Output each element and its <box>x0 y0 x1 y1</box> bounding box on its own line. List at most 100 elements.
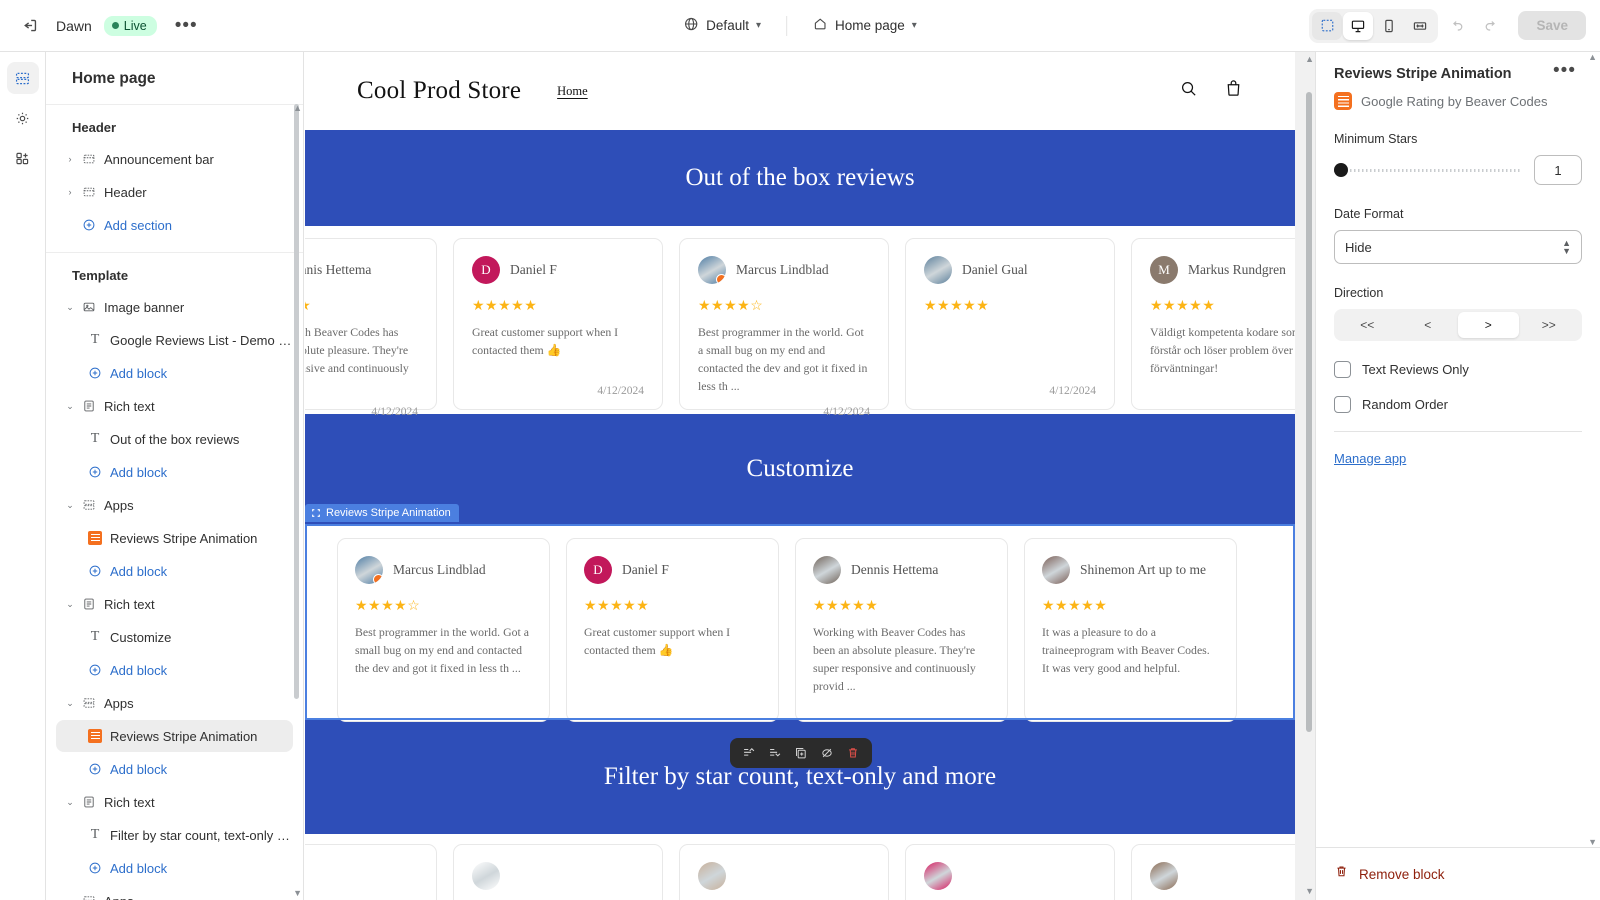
text-reviews-only-checkbox[interactable] <box>1334 361 1351 378</box>
move-down-icon[interactable] <box>764 742 786 764</box>
sidebar-item-rich-text[interactable]: ⌄ Rich text <box>56 390 293 422</box>
reviews-stripe-selected[interactable]: Marcus Lindblad ★★★★☆ Best programmer in… <box>305 524 1295 722</box>
sidebar-item-out-of-the-box-reviews[interactable]: T Out of the box reviews <box>56 423 293 455</box>
band-heading: Customize <box>746 455 854 482</box>
chevron-down-icon[interactable]: ⌄ <box>62 500 78 511</box>
store-logo[interactable]: Cool Prod Store <box>357 77 521 105</box>
direction-button-2[interactable]: > <box>1458 312 1519 338</box>
theme-more-button[interactable]: ••• <box>169 16 204 35</box>
chevron-down-icon[interactable]: ⌄ <box>62 797 78 808</box>
direction-button-1[interactable]: < <box>1398 312 1459 338</box>
add-block-button[interactable]: Add block <box>56 555 293 587</box>
sidebar-item-image-banner[interactable]: ⌄ Image banner <box>56 291 293 323</box>
exit-icon[interactable] <box>14 11 44 41</box>
review-card[interactable]: Dennis Hettema ★★★★★ Working with Beaver… <box>305 238 437 418</box>
direction-button-3[interactable]: >> <box>1519 312 1580 338</box>
review-card[interactable]: Marcus Lindblad ★★★★☆ Best programmer in… <box>337 538 550 722</box>
search-icon[interactable] <box>1179 79 1198 103</box>
reviewer-name: Marcus Lindblad <box>736 261 829 277</box>
add-block-button[interactable]: Add block <box>56 654 293 686</box>
add-block-button[interactable]: Add block <box>56 357 293 389</box>
sidebar-item-reviews-stripe-animation[interactable]: Reviews Stripe Animation <box>56 522 293 554</box>
duplicate-icon[interactable] <box>790 742 812 764</box>
preview-scroll-up-arrow[interactable]: ▲ <box>1305 54 1314 64</box>
sidebar-group-heading: Template <box>72 268 129 283</box>
desktop-view-button[interactable] <box>1343 11 1374 40</box>
chevron-right-icon[interactable]: › <box>62 154 78 164</box>
review-card[interactable] <box>305 844 437 900</box>
sidebar-item-sections[interactable] <box>6 62 39 94</box>
sidebar-item-rich-text[interactable]: ⌄ Rich text <box>56 588 293 620</box>
sidebar-item-apps[interactable]: ⌄ Apps <box>56 489 293 521</box>
sidebar-item-settings[interactable] <box>7 102 39 134</box>
chevron-down-icon[interactable]: ⌄ <box>62 302 78 313</box>
sidebar-item-filter-by-star-count-text-only-a[interactable]: T Filter by star count, text-only a... <box>56 819 293 851</box>
review-card[interactable]: Marcus Lindblad ★★★★☆ Best programmer in… <box>679 238 889 418</box>
add-block-button[interactable]: Add section <box>56 209 293 241</box>
review-card[interactable]: Shinemon Art up to me ★★★★★ It was a ple… <box>1024 538 1237 722</box>
minimum-stars-slider[interactable] <box>1334 162 1520 178</box>
selector-tool-button[interactable] <box>1312 11 1343 40</box>
sidebar-item-google-reviews-list-demo-s[interactable]: T Google Reviews List - Demo S... <box>56 324 293 356</box>
review-card[interactable]: D Daniel F ★★★★★ Great customer support … <box>453 238 663 410</box>
chevron-down-icon[interactable]: ⌄ <box>62 599 78 610</box>
preview-scrollbar[interactable] <box>1306 92 1312 732</box>
date-format-select[interactable]: Hide ▲ ▼ <box>1334 230 1582 264</box>
chevron-down-icon[interactable]: ⌄ <box>62 401 78 412</box>
sidebar-item-header[interactable]: › Header <box>56 176 293 208</box>
add-block-button[interactable]: Add block <box>56 456 293 488</box>
undo-icon[interactable] <box>1442 11 1472 41</box>
chevron-down-icon[interactable]: ⌄ <box>62 698 78 709</box>
settings-scroll-up-arrow[interactable]: ▲ <box>1588 52 1597 62</box>
review-card[interactable] <box>905 844 1115 900</box>
save-button[interactable]: Save <box>1518 11 1586 40</box>
sidebar-item-apps[interactable]: ⌄ Apps <box>56 687 293 719</box>
review-card[interactable] <box>453 844 663 900</box>
remove-block-button[interactable]: Remove block <box>1359 867 1445 882</box>
random-order-checkbox[interactable] <box>1334 396 1351 413</box>
hide-icon[interactable] <box>816 742 838 764</box>
review-card[interactable]: D Daniel F ★★★★★ Great customer support … <box>566 538 779 722</box>
review-card[interactable] <box>1131 844 1295 900</box>
text-reviews-only-row[interactable]: Text Reviews Only <box>1334 361 1582 378</box>
chevron-right-icon[interactable]: › <box>62 187 78 197</box>
slider-knob[interactable] <box>1334 163 1348 177</box>
settings-more-button[interactable]: ••• <box>1547 61 1582 80</box>
manage-app-link[interactable]: Manage app <box>1334 451 1406 466</box>
move-up-icon[interactable] <box>738 742 760 764</box>
add-block-button[interactable]: Add block <box>56 753 293 785</box>
locale-selector[interactable]: Default ▾ <box>674 11 770 40</box>
sidebar-item-announcement-bar[interactable]: › Announcement bar <box>56 143 293 175</box>
settings-scroll-down-arrow[interactable]: ▼ <box>1588 837 1597 847</box>
reviews-stripe-top[interactable]: Dennis Hettema ★★★★★ Working with Beaver… <box>305 226 1295 418</box>
cart-icon[interactable] <box>1224 79 1243 103</box>
mobile-view-button[interactable] <box>1374 12 1404 40</box>
minimum-stars-input[interactable]: 1 <box>1534 155 1582 185</box>
scroll-down-arrow[interactable]: ▼ <box>293 888 302 898</box>
reviews-stripe-bottom[interactable] <box>305 834 1295 900</box>
review-card[interactable] <box>679 844 889 900</box>
review-card[interactable]: M Markus Rundgren ★★★★★ Väldigt kompeten… <box>1131 238 1295 410</box>
review-card[interactable]: Daniel Gual ★★★★★ 4/12/2024 <box>905 238 1115 410</box>
sidebar-scrollbar[interactable] <box>294 104 301 900</box>
avatar <box>924 862 952 890</box>
page-label: Home page <box>834 18 905 33</box>
random-order-row[interactable]: Random Order <box>1334 396 1582 413</box>
scroll-up-arrow[interactable]: ▲ <box>293 104 302 113</box>
redo-icon[interactable] <box>1476 11 1506 41</box>
add-block-button[interactable]: Add block <box>56 852 293 884</box>
page-selector[interactable]: Home page ▾ <box>803 11 926 40</box>
review-card[interactable]: Dennis Hettema ★★★★★ Working with Beaver… <box>795 538 1008 722</box>
chevron-down-icon[interactable]: ⌄ <box>62 896 78 900</box>
delete-icon[interactable] <box>842 742 864 764</box>
sidebar-item-apps[interactable] <box>7 142 39 174</box>
sidebar-item-reviews-stripe-animation[interactable]: Reviews Stripe Animation <box>56 720 293 752</box>
sidebar-item-apps[interactable]: ⌄ Apps <box>56 885 293 900</box>
store-nav-home[interactable]: Home <box>557 84 588 99</box>
star-rating: ★★★★★ <box>813 597 879 613</box>
sidebar-item-rich-text[interactable]: ⌄ Rich text <box>56 786 293 818</box>
sidebar-item-customize[interactable]: T Customize <box>56 621 293 653</box>
direction-button-0[interactable]: << <box>1337 312 1398 338</box>
preview-scroll-down-arrow[interactable]: ▼ <box>1305 886 1314 896</box>
fullscreen-view-button[interactable] <box>1405 12 1435 40</box>
